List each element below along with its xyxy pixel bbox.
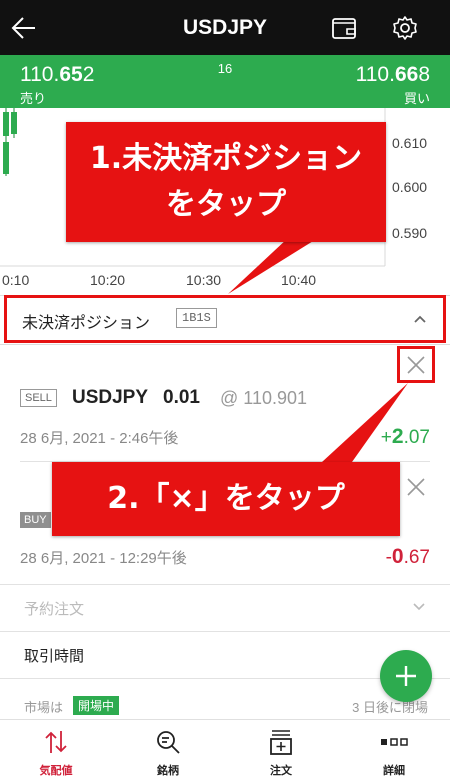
annotation-step1-line2: をタップ <box>166 187 286 222</box>
annotation-step2: 2.「×」をタップ <box>52 462 400 536</box>
annotation-pointers <box>228 238 408 462</box>
annotation-step1: 1.未決済ポジション をタップ <box>66 122 386 242</box>
annotation-step1-line1: 1.未決済ポジション <box>89 141 363 176</box>
